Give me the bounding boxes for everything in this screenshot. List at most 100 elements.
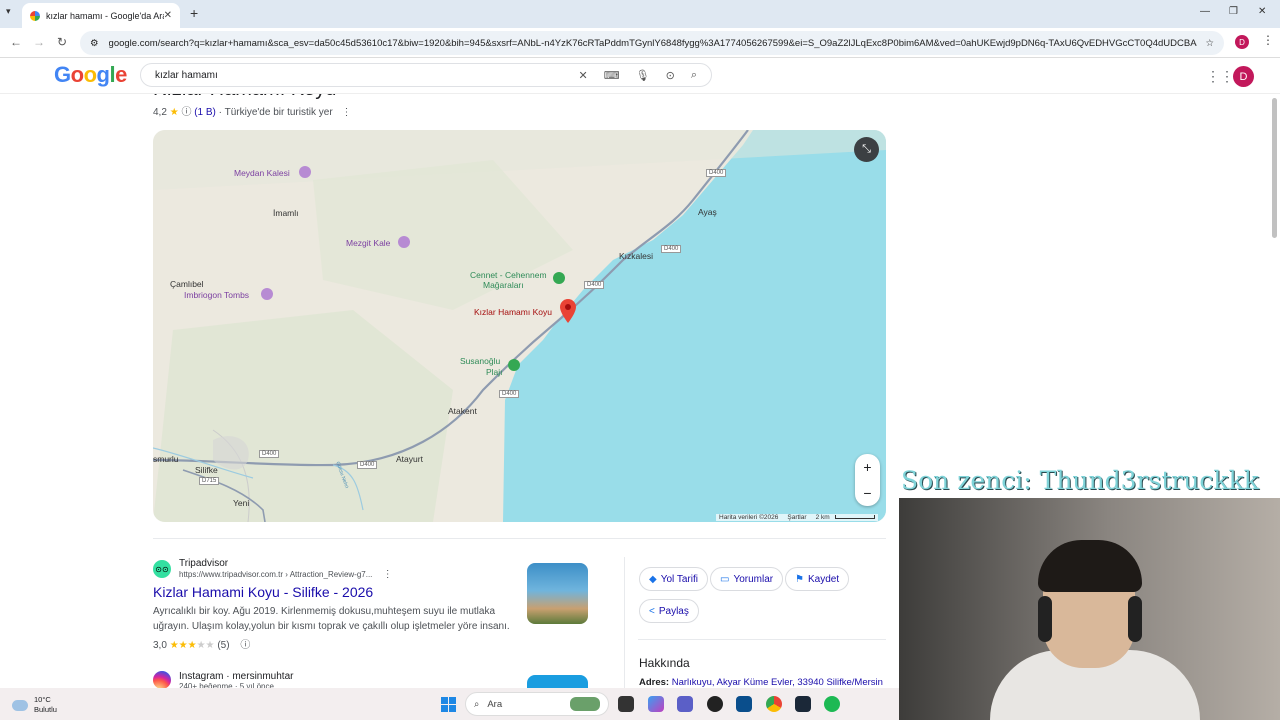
tomb-icon[interactable] bbox=[261, 288, 273, 300]
zoom-in-button[interactable]: + bbox=[855, 454, 880, 480]
windows-start-icon[interactable] bbox=[441, 697, 456, 712]
keyboard-icon[interactable]: ⌨ bbox=[604, 69, 620, 82]
url-field[interactable]: ⚙ google.com/search?q=kızlar+hamamı&sca_… bbox=[80, 31, 1224, 55]
browser-tab-strip: ▾ kızlar hamamı - Google'da Ara ✕ + — ❐ … bbox=[0, 0, 1280, 28]
map-label-magaralari[interactable]: Mağaraları bbox=[483, 280, 524, 290]
result-source-name[interactable]: Tripadvisor bbox=[179, 558, 393, 569]
map-label-kizlar-hamami[interactable]: Kızlar Hamamı Koyu bbox=[474, 307, 552, 317]
headphone-icon bbox=[1038, 596, 1052, 642]
map-label-mezgit-kale[interactable]: Mezgit Kale bbox=[346, 238, 390, 248]
terms-link[interactable]: Şartlar bbox=[787, 514, 806, 521]
google-logo[interactable]: Google bbox=[54, 62, 127, 88]
clear-search-icon[interactable]: ✕ bbox=[579, 69, 588, 82]
map-label-imbriogon-tombs[interactable]: Imbriogon Tombs bbox=[184, 290, 249, 300]
search-input[interactable]: kızlar hamamı ✕ ⌨ 🎙 ⊙ ⌕ bbox=[140, 63, 712, 87]
beach-icon[interactable] bbox=[508, 359, 520, 371]
browser-profile-avatar[interactable]: D bbox=[1235, 35, 1249, 49]
google-header: Google kızlar hamamı ✕ ⌨ 🎙 ⊙ ⌕ ⋮⋮⋮ D bbox=[0, 58, 1280, 94]
directions-button[interactable]: ◆ Yol Tarifi bbox=[639, 567, 708, 591]
app-icon[interactable] bbox=[736, 696, 752, 712]
copilot-icon[interactable] bbox=[648, 696, 664, 712]
result-title-link[interactable]: Kizlar Hamami Koyu - Silifke - 2026 bbox=[153, 584, 513, 600]
map-label-susanoglu[interactable]: Susanoğlu bbox=[460, 356, 500, 366]
page-scrollbar[interactable] bbox=[1272, 98, 1277, 238]
map-label-cennet-cehennem[interactable]: Cennet - Cehennem bbox=[470, 270, 547, 280]
map-label-meydan-kalesi[interactable]: Meydan Kalesi bbox=[234, 168, 290, 178]
map-label-atakent: Atakent bbox=[448, 406, 477, 416]
divider bbox=[624, 557, 625, 697]
castle-icon[interactable] bbox=[398, 236, 410, 248]
spotify-icon[interactable] bbox=[824, 696, 840, 712]
back-icon[interactable]: ← bbox=[10, 35, 22, 49]
result-url[interactable]: https://www.tripadvisor.com.tr › Attract… bbox=[179, 569, 393, 580]
map-canvas bbox=[153, 130, 886, 522]
map[interactable]: Meydan Kalesi İmamlı Mezgit Kale Çamlıbe… bbox=[153, 130, 886, 522]
reload-icon[interactable]: ↻ bbox=[57, 35, 67, 49]
weather-widget[interactable]: 10°C Bulutlu bbox=[12, 695, 57, 715]
address-row: Adres: Narlıkuyu, Akyar Küme Evler, 3394… bbox=[639, 677, 883, 688]
fullscreen-map-button[interactable]: ⤡ bbox=[854, 137, 879, 162]
about-heading: Hakkında bbox=[639, 656, 690, 670]
tab-close-icon[interactable]: ✕ bbox=[164, 10, 172, 21]
road-shield: D400 bbox=[259, 450, 280, 458]
map-label-silifke: Silifke bbox=[195, 465, 218, 475]
save-button[interactable]: ⚑ Kaydet bbox=[785, 567, 850, 591]
steam-icon[interactable] bbox=[795, 696, 811, 712]
star-icon: ★ bbox=[169, 107, 179, 118]
cloud-icon bbox=[12, 699, 28, 711]
map-label-smurlu: smurlu bbox=[153, 454, 179, 464]
more-options-icon[interactable]: ⋮ bbox=[383, 569, 393, 580]
new-tab-button[interactable]: + bbox=[190, 5, 198, 21]
taskview-icon[interactable] bbox=[618, 696, 634, 712]
forward-icon[interactable]: → bbox=[33, 35, 45, 49]
search-highlight-icon bbox=[570, 697, 600, 711]
result-snippet: Ayrıcalıklı bir koy. Ağu 2019. Kirlenmem… bbox=[153, 606, 510, 632]
search-icon: ⌕ bbox=[474, 698, 480, 710]
search-query: kızlar hamamı bbox=[155, 69, 218, 81]
chrome-icon[interactable] bbox=[766, 696, 782, 712]
park-icon[interactable] bbox=[553, 272, 565, 284]
share-button[interactable]: < Paylaş bbox=[639, 599, 699, 623]
site-info-icon[interactable]: ⚙ bbox=[90, 38, 99, 49]
share-icon: < bbox=[649, 605, 655, 617]
search-icon[interactable]: ⌕ bbox=[691, 69, 697, 82]
obs-icon[interactable] bbox=[707, 696, 723, 712]
divider bbox=[638, 639, 886, 640]
taskbar-search[interactable]: ⌕ Ara bbox=[465, 692, 609, 716]
google-favicon-icon bbox=[30, 10, 40, 21]
map-pin-icon[interactable] bbox=[560, 299, 576, 323]
close-window-icon[interactable]: ✕ bbox=[1258, 6, 1266, 17]
info-icon[interactable]: ⓘ bbox=[240, 640, 250, 651]
map-label-camlibel: Çamlıbel bbox=[170, 279, 204, 289]
google-account-avatar[interactable]: D bbox=[1233, 66, 1254, 87]
microphone-icon[interactable]: 🎙 bbox=[636, 69, 650, 82]
map-label-plaji[interactable]: Plajı bbox=[486, 367, 503, 377]
directions-icon: ◆ bbox=[649, 573, 657, 585]
tab-search-dropdown-icon[interactable]: ▾ bbox=[6, 6, 11, 17]
castle-icon[interactable] bbox=[299, 166, 311, 178]
address-link[interactable]: Narlıkuyu, Akyar Küme Evler, 33940 Silif… bbox=[672, 677, 883, 688]
road-shield: D400 bbox=[357, 461, 378, 469]
road-shield: D715 bbox=[199, 477, 220, 485]
browser-menu-icon[interactable]: ⋮ bbox=[1262, 33, 1274, 47]
result-source-name[interactable]: Instagram · mersinmuhtar bbox=[179, 671, 293, 682]
address-bar-row: ← → ↻ ⚙ google.com/search?q=kızlar+hamam… bbox=[0, 28, 1280, 58]
map-label-ayas: Ayaş bbox=[698, 207, 717, 217]
zoom-out-button[interactable]: − bbox=[855, 480, 880, 506]
reviews-icon: ▭ bbox=[720, 573, 730, 585]
review-count[interactable]: (1 B) bbox=[194, 107, 216, 118]
teams-icon[interactable] bbox=[677, 696, 693, 712]
minimize-icon[interactable]: — bbox=[1200, 6, 1210, 17]
result-thumbnail[interactable] bbox=[527, 563, 588, 624]
lens-icon[interactable]: ⊙ bbox=[666, 69, 675, 82]
more-options-icon[interactable]: ⋮ bbox=[341, 107, 351, 118]
map-label-atayurt: Atayurt bbox=[396, 454, 423, 464]
reviews-button[interactable]: ▭ Yorumlar bbox=[710, 567, 784, 591]
browser-tab[interactable]: kızlar hamamı - Google'da Ara ✕ bbox=[22, 3, 180, 28]
restore-icon[interactable]: ❐ bbox=[1229, 6, 1238, 17]
place-category: · Türkiye'de bir turistik yer bbox=[218, 107, 333, 118]
star-rating-icon: ★★★ bbox=[169, 640, 197, 651]
info-icon[interactable]: ⓘ bbox=[181, 107, 191, 118]
bookmark-star-icon[interactable]: ☆ bbox=[1205, 38, 1214, 49]
road-shield: D400 bbox=[584, 281, 605, 289]
